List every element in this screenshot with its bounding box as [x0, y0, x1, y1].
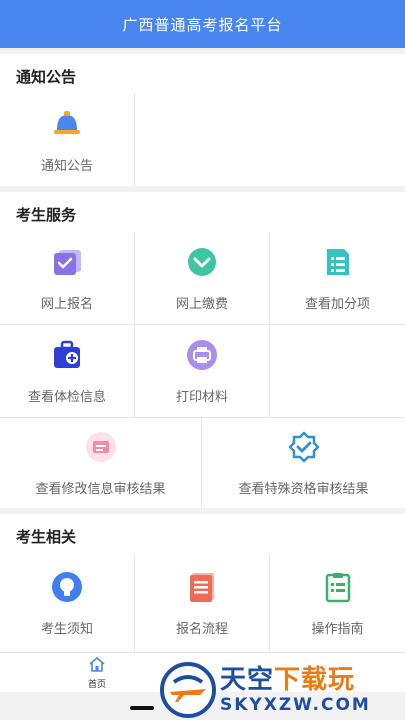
online-registration-button[interactable]: 网上报名 [0, 232, 134, 324]
view-edit-review-result-button[interactable]: 查看修改信息审核结果 [0, 418, 201, 508]
airplane-logo-icon [160, 662, 216, 718]
operation-guide-label: 操作指南 [311, 621, 364, 637]
empty-cell [270, 325, 405, 417]
registration-icon [50, 245, 84, 279]
view-special-qualification-result-button[interactable]: 查看特殊资格审核结果 [202, 418, 405, 508]
bonus-points-icon [321, 245, 355, 279]
watermark-text-b: 下载玩 [274, 665, 356, 695]
section-title-related: 考生相关 [0, 514, 405, 558]
print-materials-button[interactable]: 打印材料 [135, 325, 269, 417]
view-bonus-points-label: 查看加分项 [304, 296, 370, 312]
view-special-qualification-result-label: 查看特殊资格审核结果 [238, 481, 369, 497]
registration-process-button[interactable]: 报名流程 [135, 554, 269, 652]
tab-home-label: 首页 [88, 680, 107, 690]
notice-label: 通知公告 [40, 158, 93, 174]
watermark-text-a: 天空 [220, 665, 275, 695]
tab-home[interactable]: 首页 [88, 656, 106, 690]
view-bonus-points-button[interactable]: 查看加分项 [270, 232, 405, 324]
payment-icon [185, 245, 219, 279]
print-materials-label: 打印材料 [175, 389, 228, 405]
services-grid: 网上报名 网上缴费 查看加分项 查看体检信息 打印材料 查看修改信息审核结果 查… [0, 232, 405, 508]
edit-review-icon [84, 430, 118, 464]
section-title-services: 考生服务 [0, 192, 405, 236]
wide-row: 查看修改信息审核结果 查看特殊资格审核结果 [0, 418, 405, 508]
online-payment-label: 网上缴费 [175, 296, 228, 312]
candidate-notice-button[interactable]: 考生须知 [0, 554, 134, 652]
bulb-icon [50, 570, 84, 604]
home-icon [88, 656, 106, 676]
registration-process-label: 报名流程 [175, 621, 228, 637]
related-grid: 考生须知 报名流程 操作指南 [0, 554, 405, 652]
online-payment-button[interactable]: 网上缴费 [135, 232, 269, 324]
page-title: 广西普通高考报名平台 [122, 15, 283, 34]
printer-icon [185, 338, 219, 372]
home-indicator [130, 706, 154, 710]
watermark: 天空下载玩 SKYXZW.COM [160, 660, 405, 720]
operation-guide-button[interactable]: 操作指南 [270, 554, 405, 652]
watermark-domain: SKYXZW.COM [220, 695, 371, 715]
notice-button[interactable]: 通知公告 [0, 94, 134, 186]
verified-badge-icon [287, 430, 321, 464]
view-edit-review-result-label: 查看修改信息审核结果 [35, 481, 166, 497]
empty-cell [135, 94, 405, 186]
guide-clipboard-icon [321, 570, 355, 604]
medical-kit-icon [50, 338, 84, 372]
view-medical-info-button[interactable]: 查看体检信息 [0, 325, 134, 417]
section-title-notice: 通知公告 [0, 54, 405, 98]
candidate-notice-label: 考生须知 [40, 621, 93, 637]
view-medical-info-label: 查看体检信息 [27, 389, 106, 405]
process-document-icon [185, 570, 219, 604]
bell-icon [50, 107, 84, 141]
app-header: 广西普通高考报名平台 [0, 0, 405, 48]
online-registration-label: 网上报名 [40, 296, 93, 312]
notice-grid: 通知公告 [0, 94, 405, 186]
